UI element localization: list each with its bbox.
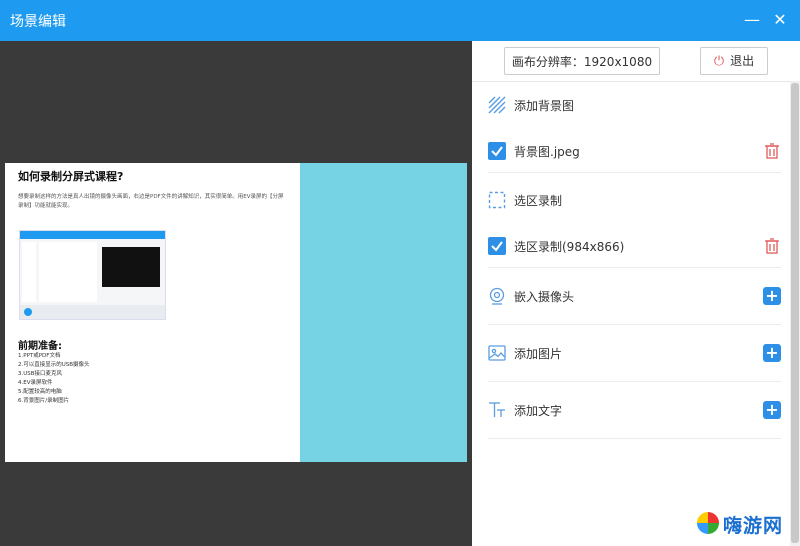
delete-icon[interactable] [763,237,781,255]
thumbnail-play-icon [24,308,32,316]
selection-record-label: 选区录制 [514,194,563,208]
dashed-selection-icon [488,191,506,209]
watermark: 嗨游网 [697,510,797,540]
slide-list-item: 3.USB接口麦克风 [18,371,63,377]
selection-recording-region[interactable] [300,163,467,462]
resolution-value: 1920x1080 [583,55,653,69]
exit-button[interactable]: ⏻ 退出 [700,47,768,75]
slide-paragraph: 想要录制这样的方法是真人出镜的摄像头画面，右边是PDF文件的讲解知识，其实很简单… [18,194,284,209]
add-text-label: 添加文字 [514,404,563,418]
background-image-label: 背景图.jpeg [514,145,580,159]
title-bar: 场景编辑 — ✕ [0,0,800,41]
canvas-area: 如何录制分屏式课程? 想要录制这样的方法是真人出镜的摄像头画面，右边是PDF文件… [0,41,472,546]
thumbnail-bottom-bar [20,305,165,319]
add-background-label: 添加背景图 [514,99,575,113]
slide-list-item: 6.背景图片/录制图片 [18,398,70,404]
close-button[interactable]: ✕ [768,8,792,32]
checkbox-checked-icon[interactable] [488,237,506,255]
text-icon [489,402,505,417]
add-icon[interactable]: + [763,287,781,305]
background-pattern-icon [488,96,506,114]
layer-panel: 画布分辨率：1920x1080 ⏻ 退出 添加背景图 背景图.jpeg 选区录制… [472,41,800,546]
minimize-button[interactable]: — [740,8,764,32]
thumbnail-center-panel [39,242,97,302]
add-text-item[interactable]: 添加文字 + [488,395,781,425]
embed-camera-label: 嵌入摄像头 [514,290,575,304]
camera-icon [489,287,505,305]
add-image-label: 添加图片 [514,347,563,361]
selection-record-layer-label: 选区录制(984x866) [514,240,625,254]
embed-camera-item[interactable]: 嵌入摄像头 + [488,281,781,311]
thumbnail-video-preview [102,247,160,287]
add-background-item[interactable]: 添加背景图 [488,90,781,120]
item-divider [488,438,781,439]
panel-scrollbar[interactable] [790,81,800,546]
resolution-label: 画布分辨率： [511,55,584,69]
panel-divider [472,81,790,82]
selection-record-item[interactable]: 选区录制 [488,185,781,215]
background-image-item[interactable]: 背景图.jpeg [488,136,781,166]
add-icon[interactable]: + [763,344,781,362]
scene-canvas[interactable]: 如何录制分屏式课程? 想要录制这样的方法是真人出镜的摄像头画面，右边是PDF文件… [5,163,467,462]
item-divider [488,324,781,325]
slide-list: 1.PPT或PDF文档 2.可以直接显示的USB摄像头 3.USB接口麦克风 4… [18,352,90,406]
scrollbar-thumb[interactable] [791,83,799,543]
app-screenshot-thumbnail [19,230,166,320]
power-icon: ⏻ [713,54,725,69]
item-divider [488,172,781,173]
add-icon[interactable]: + [763,401,781,419]
background-image-layer[interactable]: 如何录制分屏式课程? 想要录制这样的方法是真人出镜的摄像头画面，右边是PDF文件… [5,163,300,462]
thumbnail-titlebar [20,231,165,239]
slide-section-title: 前期准备: [18,341,62,352]
item-divider [488,267,781,268]
item-divider [488,381,781,382]
slide-list-item: 4.EV录屏软件 [18,380,53,386]
exit-label: 退出 [730,54,755,68]
slide-list-item: 2.可以直接显示的USB摄像头 [18,362,90,368]
thumbnail-sidebar [22,242,36,302]
window-title: 场景编辑 [10,14,66,30]
slide-heading: 如何录制分屏式课程? [18,170,124,183]
watermark-text: 嗨游网 [723,515,784,537]
canvas-resolution-button[interactable]: 画布分辨率：1920x1080 [504,47,660,75]
selection-record-layer-item[interactable]: 选区录制(984x866) [488,231,781,261]
watermark-logo-icon [697,512,719,534]
add-image-item[interactable]: 添加图片 + [488,338,781,368]
checkbox-checked-icon[interactable] [488,142,506,160]
delete-icon[interactable] [763,142,781,160]
slide-list-item: 5.配置较高的电脑 [18,389,62,395]
image-icon [488,345,506,361]
slide-list-item: 1.PPT或PDF文档 [18,353,61,359]
